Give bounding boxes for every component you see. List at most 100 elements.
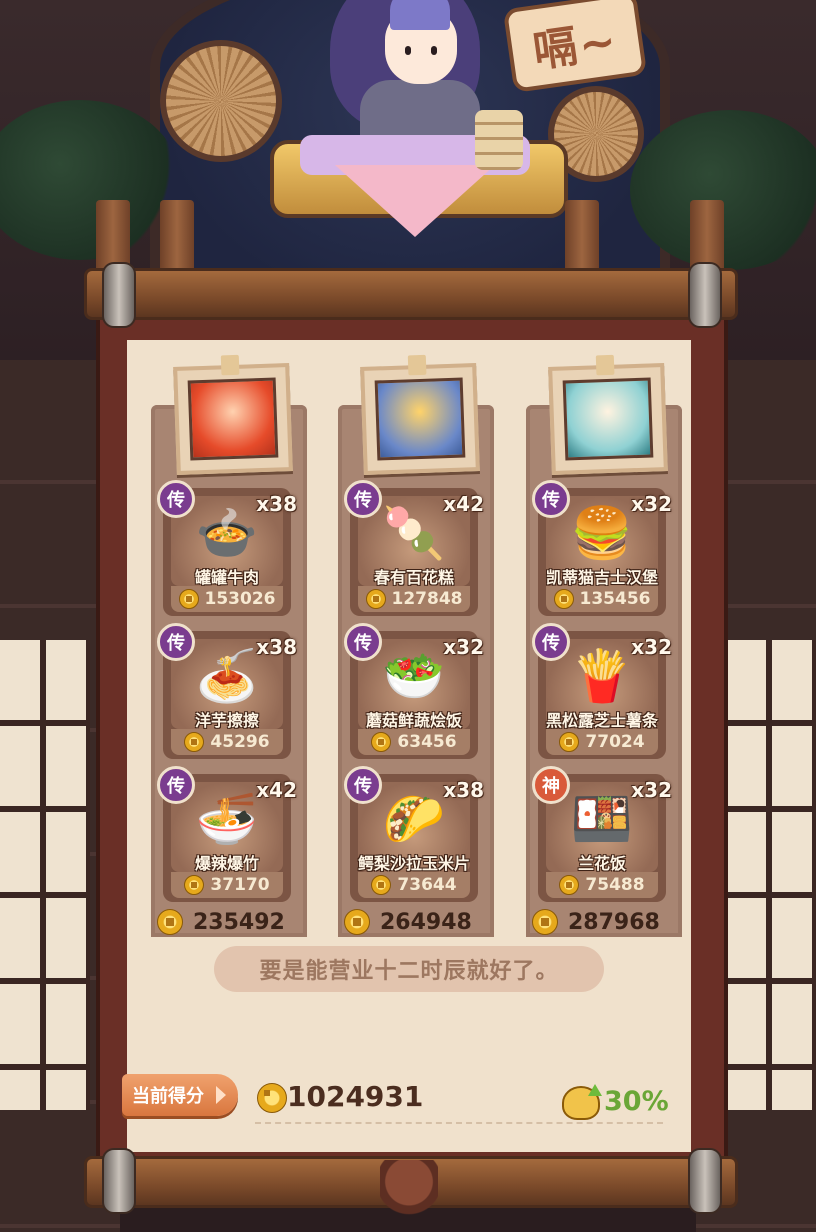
dish-price: 63456 bbox=[397, 732, 457, 752]
coin-icon bbox=[157, 909, 183, 935]
coin-icon bbox=[184, 732, 205, 752]
rarity-badge: 传 bbox=[344, 623, 382, 661]
dish-name: 罐罐牛肉 bbox=[194, 568, 259, 587]
stacked-bowls-icon bbox=[475, 110, 523, 170]
coin-icon bbox=[371, 875, 392, 895]
dish-card[interactable]: 🍝 传 x38 洋芋擦擦 45296 bbox=[157, 623, 297, 761]
dish-card[interactable]: 🍡 传 x42 春有百花糕 127848 bbox=[344, 480, 484, 618]
bonus-percent: 30% bbox=[604, 1086, 669, 1117]
dish-price-row: 127848 bbox=[358, 586, 470, 612]
dish-count: x32 bbox=[631, 492, 672, 516]
chef-column: 🍡 传 x42 春有百花糕 127848 🥗 传 x32 蘑菇鲜蔬烩饭 63456 🌮 传 x38 鳄梨沙… bbox=[338, 354, 494, 937]
eye-right-icon bbox=[431, 46, 437, 55]
speech-text: 嗝~ bbox=[530, 15, 622, 78]
dish-price: 77024 bbox=[585, 732, 645, 752]
dish-name: 凯蒂猫吉士汉堡 bbox=[545, 568, 658, 587]
fan-left-icon bbox=[160, 40, 282, 162]
dish-price-row: 63456 bbox=[358, 729, 470, 755]
dish-price: 73644 bbox=[397, 875, 457, 895]
dish-price: 45296 bbox=[210, 732, 270, 752]
dish-count: x38 bbox=[443, 778, 484, 802]
dish-price-row: 135456 bbox=[546, 586, 658, 612]
dish-name: 黑松露芝士薯条 bbox=[545, 711, 658, 730]
rarity-badge: 传 bbox=[344, 766, 382, 804]
chef-avatar bbox=[187, 377, 279, 461]
chef-quote: 要是能营业十二时辰就好了。 bbox=[214, 946, 604, 992]
dish-card[interactable]: 🍱 神 x32 兰花饭 75488 bbox=[532, 766, 672, 904]
column-total-row: 287968 bbox=[526, 907, 682, 937]
coin-icon bbox=[365, 589, 386, 609]
score-label-tag: 当前得分 bbox=[122, 1074, 238, 1116]
scroll-rod-top bbox=[84, 268, 738, 320]
dish-count: x42 bbox=[443, 492, 484, 516]
score-label: 当前得分 bbox=[132, 1086, 204, 1107]
dish-name: 洋芋擦擦 bbox=[194, 711, 259, 730]
dish-name: 兰花饭 bbox=[577, 854, 626, 873]
dish-price: 153026 bbox=[204, 589, 276, 609]
dish-price: 127848 bbox=[391, 589, 463, 609]
dish-price-row: 73644 bbox=[358, 872, 470, 898]
coin-icon bbox=[184, 875, 205, 895]
pin-icon bbox=[220, 354, 240, 376]
dish-card[interactable]: 🍔 传 x32 凯蒂猫吉士汉堡 135456 bbox=[532, 480, 672, 618]
rarity-badge: 传 bbox=[532, 623, 570, 661]
dish-count: x38 bbox=[256, 635, 297, 659]
coin-icon bbox=[257, 1083, 287, 1113]
dish-card[interactable]: 🍜 传 x42 爆辣爆竹 37170 bbox=[157, 766, 297, 904]
coin-icon bbox=[371, 732, 392, 752]
dish-card[interactable]: 🥗 传 x32 蘑菇鲜蔬烩饭 63456 bbox=[344, 623, 484, 761]
dish-count: x32 bbox=[631, 635, 672, 659]
dish-name: 鳄梨沙拉玉米片 bbox=[357, 854, 470, 873]
dish-count: x32 bbox=[631, 778, 672, 802]
coin-icon bbox=[178, 589, 199, 609]
rod-knob-icon bbox=[102, 1148, 136, 1214]
pin-icon bbox=[595, 354, 615, 376]
dish-count: x42 bbox=[256, 778, 297, 802]
chef-portrait[interactable] bbox=[173, 354, 293, 475]
dish-price-row: 45296 bbox=[171, 729, 283, 755]
rod-knob-icon bbox=[688, 1148, 722, 1214]
rarity-badge: 传 bbox=[344, 480, 382, 518]
chef-avatar bbox=[562, 377, 654, 461]
chef-portrait[interactable] bbox=[548, 354, 668, 475]
score-value: 1024931 bbox=[287, 1080, 424, 1113]
dish-price: 135456 bbox=[579, 589, 651, 609]
column-total: 235492 bbox=[193, 909, 285, 935]
eye-left-icon bbox=[405, 46, 411, 55]
rarity-badge: 传 bbox=[157, 480, 195, 518]
dish-price-row: 75488 bbox=[546, 872, 658, 898]
rarity-badge: 传 bbox=[157, 623, 195, 661]
dish-price: 37170 bbox=[210, 875, 270, 895]
column-total: 264948 bbox=[380, 909, 472, 935]
rarity-badge: 传 bbox=[532, 480, 570, 518]
divider bbox=[255, 1122, 663, 1124]
dish-count: x38 bbox=[256, 492, 297, 516]
chef-portrait[interactable] bbox=[360, 354, 480, 475]
column-total-row: 264948 bbox=[338, 907, 494, 937]
rod-knob-icon bbox=[102, 262, 136, 328]
dish-card[interactable]: 🌮 传 x38 鳄梨沙拉玉米片 73644 bbox=[344, 766, 484, 904]
dish-card[interactable]: 🍲 传 x38 罐罐牛肉 153026 bbox=[157, 480, 297, 618]
dish-name: 蘑菇鲜蔬烩饭 bbox=[365, 711, 462, 730]
column-total-row: 235492 bbox=[151, 907, 307, 937]
coin-icon bbox=[532, 909, 558, 935]
coin-icon bbox=[559, 875, 580, 895]
coin-icon bbox=[553, 589, 574, 609]
dish-price-row: 37170 bbox=[171, 872, 283, 898]
character-hair bbox=[390, 0, 450, 30]
dish-name: 爆辣爆竹 bbox=[194, 854, 259, 873]
chef-column: 🍲 传 x38 罐罐牛肉 153026 🍝 传 x38 洋芋擦擦 45296 🍜 传 x42 爆辣爆竹 37… bbox=[151, 354, 307, 937]
dish-count: x32 bbox=[443, 635, 484, 659]
shoji-right bbox=[726, 640, 816, 1110]
dish-name: 春有百花糕 bbox=[373, 568, 454, 587]
dish-price-row: 153026 bbox=[171, 586, 283, 612]
rarity-badge: 传 bbox=[157, 766, 195, 804]
pin-icon bbox=[407, 354, 427, 376]
dish-card[interactable]: 🍟 传 x32 黑松露芝士薯条 77024 bbox=[532, 623, 672, 761]
coin-icon bbox=[559, 732, 580, 752]
dish-price: 75488 bbox=[585, 875, 645, 895]
rod-knob-icon bbox=[688, 262, 722, 328]
arrow-right-icon bbox=[216, 1086, 226, 1104]
up-arrow-icon bbox=[588, 1084, 602, 1096]
coin-icon bbox=[344, 909, 370, 935]
